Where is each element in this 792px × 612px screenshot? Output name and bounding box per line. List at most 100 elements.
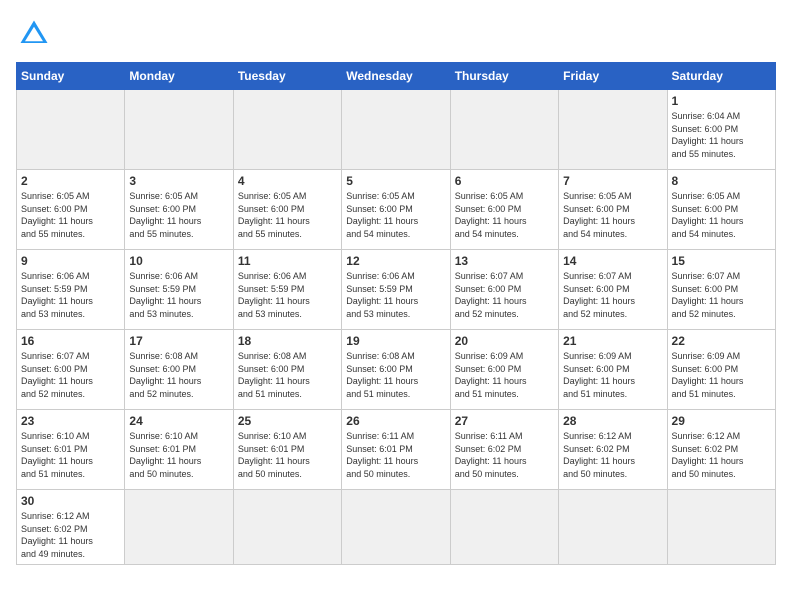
day-number: 1 bbox=[672, 94, 771, 108]
day-number: 21 bbox=[563, 334, 662, 348]
day-number: 25 bbox=[238, 414, 337, 428]
day-info: Sunrise: 6:08 AM Sunset: 6:00 PM Dayligh… bbox=[346, 350, 445, 400]
day-info: Sunrise: 6:05 AM Sunset: 6:00 PM Dayligh… bbox=[563, 190, 662, 240]
calendar-cell bbox=[125, 490, 233, 565]
day-number: 6 bbox=[455, 174, 554, 188]
day-info: Sunrise: 6:12 AM Sunset: 6:02 PM Dayligh… bbox=[21, 510, 120, 560]
day-info: Sunrise: 6:07 AM Sunset: 6:00 PM Dayligh… bbox=[21, 350, 120, 400]
calendar-header: SundayMondayTuesdayWednesdayThursdayFrid… bbox=[17, 63, 776, 90]
day-header-monday: Monday bbox=[125, 63, 233, 90]
day-number: 13 bbox=[455, 254, 554, 268]
day-info: Sunrise: 6:06 AM Sunset: 5:59 PM Dayligh… bbox=[129, 270, 228, 320]
day-info: Sunrise: 6:11 AM Sunset: 6:01 PM Dayligh… bbox=[346, 430, 445, 480]
calendar-cell bbox=[233, 490, 341, 565]
day-number: 20 bbox=[455, 334, 554, 348]
calendar-cell: 29 Sunrise: 6:12 AM Sunset: 6:02 PM Dayli… bbox=[667, 410, 775, 490]
day-info: Sunrise: 6:08 AM Sunset: 6:00 PM Dayligh… bbox=[238, 350, 337, 400]
day-info: Sunrise: 6:05 AM Sunset: 6:00 PM Dayligh… bbox=[238, 190, 337, 240]
calendar-cell: 25 Sunrise: 6:10 AM Sunset: 6:01 PM Dayli… bbox=[233, 410, 341, 490]
calendar-cell bbox=[450, 90, 558, 170]
day-info: Sunrise: 6:05 AM Sunset: 6:00 PM Dayligh… bbox=[346, 190, 445, 240]
day-info: Sunrise: 6:07 AM Sunset: 6:00 PM Dayligh… bbox=[672, 270, 771, 320]
day-info: Sunrise: 6:05 AM Sunset: 6:00 PM Dayligh… bbox=[455, 190, 554, 240]
page-header bbox=[16, 16, 776, 52]
day-info: Sunrise: 6:09 AM Sunset: 6:00 PM Dayligh… bbox=[563, 350, 662, 400]
calendar-body: 1 Sunrise: 6:04 AM Sunset: 6:00 PM Daylig… bbox=[17, 90, 776, 565]
day-number: 26 bbox=[346, 414, 445, 428]
day-number: 10 bbox=[129, 254, 228, 268]
calendar-cell: 28 Sunrise: 6:12 AM Sunset: 6:02 PM Dayli… bbox=[559, 410, 667, 490]
calendar-cell: 1 Sunrise: 6:04 AM Sunset: 6:00 PM Daylig… bbox=[667, 90, 775, 170]
calendar-cell: 20 Sunrise: 6:09 AM Sunset: 6:00 PM Dayli… bbox=[450, 330, 558, 410]
day-number: 4 bbox=[238, 174, 337, 188]
day-number: 9 bbox=[21, 254, 120, 268]
day-number: 12 bbox=[346, 254, 445, 268]
day-header-wednesday: Wednesday bbox=[342, 63, 450, 90]
day-number: 18 bbox=[238, 334, 337, 348]
calendar-cell: 15 Sunrise: 6:07 AM Sunset: 6:00 PM Dayli… bbox=[667, 250, 775, 330]
day-number: 11 bbox=[238, 254, 337, 268]
calendar-cell: 22 Sunrise: 6:09 AM Sunset: 6:00 PM Dayli… bbox=[667, 330, 775, 410]
day-header-sunday: Sunday bbox=[17, 63, 125, 90]
calendar-cell: 11 Sunrise: 6:06 AM Sunset: 5:59 PM Dayli… bbox=[233, 250, 341, 330]
calendar-cell bbox=[559, 90, 667, 170]
calendar-cell: 18 Sunrise: 6:08 AM Sunset: 6:00 PM Dayli… bbox=[233, 330, 341, 410]
calendar-cell bbox=[667, 490, 775, 565]
calendar-cell: 24Sunrise: 6:10 AM Sunset: 6:01 PM Dayli… bbox=[125, 410, 233, 490]
day-info: Sunrise: 6:12 AM Sunset: 6:02 PM Dayligh… bbox=[563, 430, 662, 480]
logo bbox=[16, 16, 58, 52]
calendar-cell bbox=[450, 490, 558, 565]
day-number: 22 bbox=[672, 334, 771, 348]
day-info: Sunrise: 6:10 AM Sunset: 6:01 PM Dayligh… bbox=[238, 430, 337, 480]
calendar-cell: 6 Sunrise: 6:05 AM Sunset: 6:00 PM Daylig… bbox=[450, 170, 558, 250]
week-row-1: 2 Sunrise: 6:05 AM Sunset: 6:00 PM Daylig… bbox=[17, 170, 776, 250]
day-info: Sunrise: 6:05 AM Sunset: 6:00 PM Dayligh… bbox=[21, 190, 120, 240]
day-info: Sunrise: 6:06 AM Sunset: 5:59 PM Dayligh… bbox=[238, 270, 337, 320]
day-number: 28 bbox=[563, 414, 662, 428]
day-number: 7 bbox=[563, 174, 662, 188]
day-info: Sunrise: 6:07 AM Sunset: 6:00 PM Dayligh… bbox=[563, 270, 662, 320]
day-header-tuesday: Tuesday bbox=[233, 63, 341, 90]
day-header-saturday: Saturday bbox=[667, 63, 775, 90]
calendar-cell: 3 Sunrise: 6:05 AM Sunset: 6:00 PM Daylig… bbox=[125, 170, 233, 250]
day-number: 24 bbox=[129, 414, 228, 428]
week-row-0: 1 Sunrise: 6:04 AM Sunset: 6:00 PM Daylig… bbox=[17, 90, 776, 170]
day-header-friday: Friday bbox=[559, 63, 667, 90]
calendar-cell: 23Sunrise: 6:10 AM Sunset: 6:01 PM Dayli… bbox=[17, 410, 125, 490]
calendar-cell: 5 Sunrise: 6:05 AM Sunset: 6:00 PM Daylig… bbox=[342, 170, 450, 250]
calendar-cell: 26 Sunrise: 6:11 AM Sunset: 6:01 PM Dayli… bbox=[342, 410, 450, 490]
calendar-cell: 14 Sunrise: 6:07 AM Sunset: 6:00 PM Dayli… bbox=[559, 250, 667, 330]
day-number: 2 bbox=[21, 174, 120, 188]
calendar-cell: 12Sunrise: 6:06 AM Sunset: 5:59 PM Dayli… bbox=[342, 250, 450, 330]
day-number: 14 bbox=[563, 254, 662, 268]
day-info: Sunrise: 6:12 AM Sunset: 6:02 PM Dayligh… bbox=[672, 430, 771, 480]
day-info: Sunrise: 6:09 AM Sunset: 6:00 PM Dayligh… bbox=[672, 350, 771, 400]
day-number: 29 bbox=[672, 414, 771, 428]
day-number: 19 bbox=[346, 334, 445, 348]
day-number: 3 bbox=[129, 174, 228, 188]
day-info: Sunrise: 6:11 AM Sunset: 6:02 PM Dayligh… bbox=[455, 430, 554, 480]
day-info: Sunrise: 6:09 AM Sunset: 6:00 PM Dayligh… bbox=[455, 350, 554, 400]
calendar-cell: 4 Sunrise: 6:05 AM Sunset: 6:00 PM Daylig… bbox=[233, 170, 341, 250]
day-info: Sunrise: 6:04 AM Sunset: 6:00 PM Dayligh… bbox=[672, 110, 771, 160]
calendar-cell bbox=[559, 490, 667, 565]
day-number: 16 bbox=[21, 334, 120, 348]
day-info: Sunrise: 6:06 AM Sunset: 5:59 PM Dayligh… bbox=[21, 270, 120, 320]
calendar-cell: 13 Sunrise: 6:07 AM Sunset: 6:00 PM Dayli… bbox=[450, 250, 558, 330]
calendar-cell: 2 Sunrise: 6:05 AM Sunset: 6:00 PM Daylig… bbox=[17, 170, 125, 250]
day-info: Sunrise: 6:05 AM Sunset: 6:00 PM Dayligh… bbox=[129, 190, 228, 240]
day-number: 15 bbox=[672, 254, 771, 268]
calendar-cell: 10 Sunrise: 6:06 AM Sunset: 5:59 PM Dayli… bbox=[125, 250, 233, 330]
calendar-cell: 8Sunrise: 6:05 AM Sunset: 6:00 PM Daylig… bbox=[667, 170, 775, 250]
week-row-4: 23 Sunrise: 6:10 AM Sunset: 6:01 PM Dayli… bbox=[17, 410, 776, 490]
day-number: 27 bbox=[455, 414, 554, 428]
calendar-cell bbox=[342, 490, 450, 565]
day-number: 5 bbox=[346, 174, 445, 188]
day-info: Sunrise: 6:07 AM Sunset: 6:00 PM Dayligh… bbox=[455, 270, 554, 320]
calendar-cell: 9 Sunrise: 6:06 AM Sunset: 5:59 PM Daylig… bbox=[17, 250, 125, 330]
calendar-cell bbox=[342, 90, 450, 170]
day-header-thursday: Thursday bbox=[450, 63, 558, 90]
day-info: Sunrise: 6:08 AM Sunset: 6:00 PM Dayligh… bbox=[129, 350, 228, 400]
day-number: 23 bbox=[21, 414, 120, 428]
day-number: 17 bbox=[129, 334, 228, 348]
